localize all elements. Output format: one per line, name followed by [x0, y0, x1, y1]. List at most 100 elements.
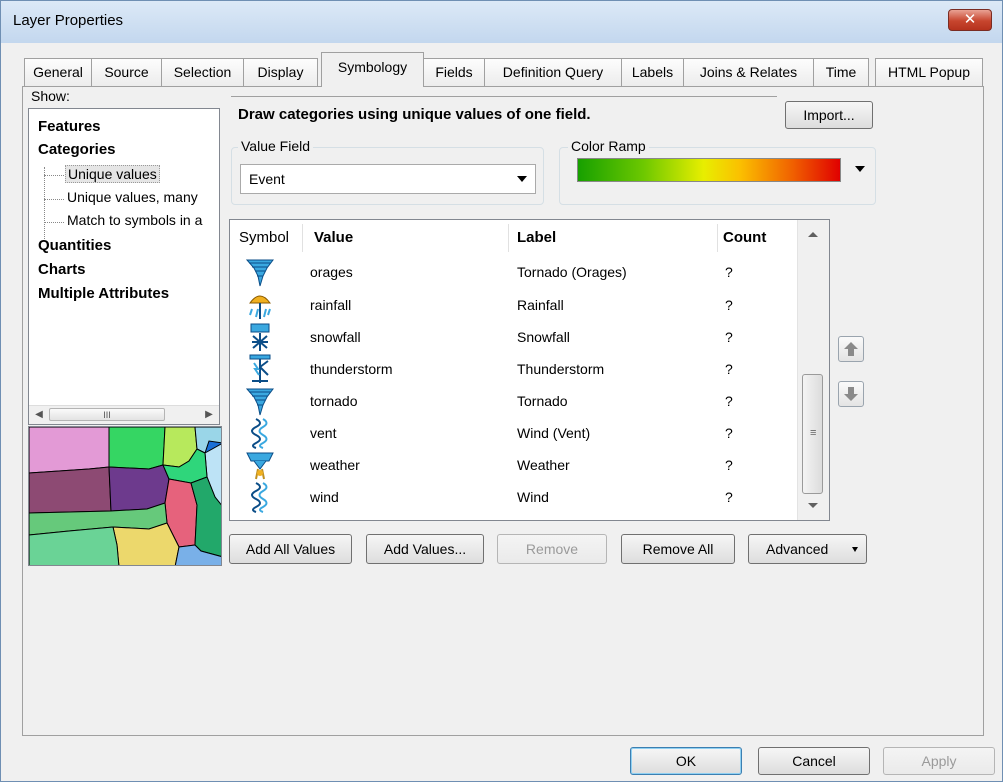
- tab-display[interactable]: Display: [243, 58, 318, 86]
- row-value: thunderstorm: [310, 361, 393, 377]
- tab-source[interactable]: Source: [91, 58, 162, 86]
- color-ramp-group: Color Ramp: [559, 138, 876, 205]
- table-row[interactable]: rainfall Rainfall ?: [230, 290, 800, 321]
- cancel-button[interactable]: Cancel: [758, 747, 870, 775]
- import-button[interactable]: Import...: [785, 101, 873, 129]
- window-title: Layer Properties: [13, 12, 124, 29]
- table-vertical-scrollbar[interactable]: ≡: [797, 220, 829, 520]
- tab-joins-relates[interactable]: Joins & Relates: [683, 58, 814, 86]
- scrollbar-thumb[interactable]: ≡: [802, 374, 823, 494]
- row-count: ?: [725, 264, 733, 280]
- row-value: snowfall: [310, 329, 361, 345]
- arrow-up-icon: [844, 342, 858, 356]
- row-value: weather: [310, 457, 360, 473]
- add-all-values-button[interactable]: Add All Values: [229, 534, 352, 564]
- tree-item-quantities[interactable]: Quantities: [38, 237, 111, 254]
- row-count: ?: [725, 393, 733, 409]
- tab-time[interactable]: Time: [813, 58, 869, 86]
- state-map-preview: [29, 427, 221, 565]
- snowfall-icon: [250, 323, 270, 351]
- tree-horizontal-scrollbar[interactable]: ◀ III ▶: [29, 405, 219, 424]
- tab-html-popup[interactable]: HTML Popup: [875, 58, 983, 86]
- column-header-count[interactable]: Count: [723, 220, 766, 256]
- thunderstorm-icon: [249, 354, 271, 383]
- row-label: Thunderstorm: [517, 361, 605, 377]
- chevron-down-icon[interactable]: [517, 176, 527, 182]
- tree-item-multiple-attributes[interactable]: Multiple Attributes: [38, 285, 169, 302]
- row-label: Wind: [517, 489, 549, 505]
- table-row[interactable]: weather Weather ?: [230, 450, 800, 481]
- row-count: ?: [725, 457, 733, 473]
- column-separator: [717, 224, 718, 252]
- column-separator: [302, 224, 303, 252]
- close-button[interactable]: ✕: [948, 9, 992, 31]
- table-row[interactable]: snowfall Snowfall ?: [230, 322, 800, 353]
- move-up-button[interactable]: [838, 336, 864, 362]
- tab-general[interactable]: General: [24, 58, 92, 86]
- tree-connector: [44, 222, 64, 223]
- apply-button[interactable]: Apply: [883, 747, 995, 775]
- row-count: ?: [725, 425, 733, 441]
- color-ramp-swatch[interactable]: [577, 158, 841, 182]
- remove-button[interactable]: Remove: [497, 534, 607, 564]
- unique-values-table: Symbol Value Label Count orages Tornado …: [229, 219, 830, 521]
- row-value: rainfall: [310, 297, 352, 313]
- ok-button[interactable]: OK: [630, 747, 742, 775]
- chevron-down-icon[interactable]: [855, 166, 865, 172]
- table-row[interactable]: wind Wind ?: [230, 482, 800, 513]
- wind-icon: [251, 482, 268, 513]
- scroll-left-icon[interactable]: ◀: [32, 408, 46, 422]
- show-label: Show:: [31, 88, 70, 104]
- tree-item-match-to-symbols[interactable]: Match to symbols in a: [67, 212, 202, 228]
- column-separator: [508, 224, 509, 252]
- table-row[interactable]: vent Wind (Vent) ?: [230, 418, 800, 449]
- move-down-button[interactable]: [838, 381, 864, 407]
- table-row[interactable]: thunderstorm Thunderstorm ?: [230, 354, 800, 385]
- title-bar[interactable]: Layer Properties ✕: [1, 1, 1002, 43]
- row-count: ?: [725, 361, 733, 377]
- symbology-preview-image: [28, 426, 222, 566]
- value-field-dropdown[interactable]: Event: [240, 164, 536, 194]
- arrow-down-icon: [844, 387, 858, 401]
- tree-item-charts[interactable]: Charts: [38, 261, 86, 278]
- advanced-button[interactable]: Advanced: [748, 534, 867, 564]
- scroll-right-icon[interactable]: ▶: [202, 408, 216, 422]
- rainfall-icon: [249, 295, 271, 319]
- tab-definition-query[interactable]: Definition Query: [484, 58, 622, 86]
- tree-item-unique-values[interactable]: Unique values: [65, 165, 160, 183]
- tornado-icon: [245, 388, 274, 416]
- color-ramp-legend: Color Ramp: [568, 138, 649, 154]
- chevron-down-icon: [852, 547, 858, 552]
- scrollbar-thumb[interactable]: III: [49, 408, 165, 421]
- add-values-button[interactable]: Add Values...: [366, 534, 484, 564]
- column-header-value[interactable]: Value: [314, 220, 353, 256]
- column-header-symbol[interactable]: Symbol: [239, 220, 289, 256]
- tree-connector: [44, 199, 64, 200]
- row-value: tornado: [310, 393, 358, 409]
- row-value: wind: [310, 489, 339, 505]
- row-count: ?: [725, 489, 733, 505]
- row-label: Snowfall: [517, 329, 570, 345]
- column-header-label[interactable]: Label: [517, 220, 556, 256]
- tab-selection[interactable]: Selection: [161, 58, 244, 86]
- tree-item-features[interactable]: Features: [38, 118, 101, 135]
- row-count: ?: [725, 329, 733, 345]
- tree-item-unique-values-many[interactable]: Unique values, many: [67, 189, 198, 205]
- scroll-up-icon[interactable]: [808, 232, 818, 237]
- tab-labels[interactable]: Labels: [621, 58, 684, 86]
- table-row[interactable]: tornado Tornado ?: [230, 386, 800, 417]
- scroll-down-icon[interactable]: [808, 503, 818, 508]
- remove-all-button[interactable]: Remove All: [621, 534, 735, 564]
- row-label: Weather: [517, 457, 570, 473]
- row-label: Tornado: [517, 393, 568, 409]
- renderer-description: Draw categories using unique values of o…: [238, 106, 591, 123]
- tree-item-categories[interactable]: Categories: [38, 141, 116, 158]
- advanced-label: Advanced: [766, 541, 829, 557]
- show-tree: Features Categories Unique values Unique…: [28, 108, 220, 425]
- tab-fields[interactable]: Fields: [423, 58, 485, 86]
- table-row[interactable]: orages Tornado (Orages) ?: [230, 257, 800, 288]
- tab-symbology[interactable]: Symbology: [321, 52, 424, 87]
- row-value: vent: [310, 425, 337, 441]
- row-value: orages: [310, 264, 353, 280]
- value-field-group: Value Field Event: [231, 138, 544, 205]
